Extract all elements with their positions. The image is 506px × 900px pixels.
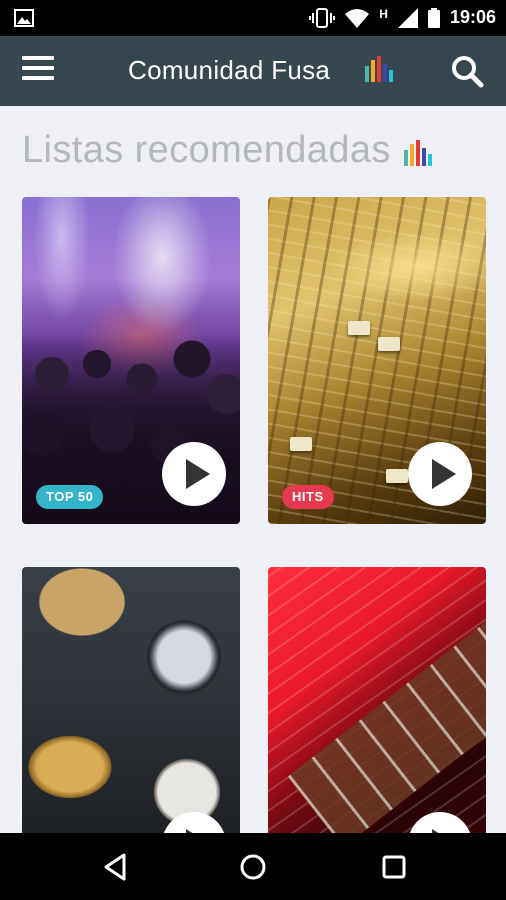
vibrate-icon [309,7,336,28]
playlist-card-top50[interactable]: TOP 50 [22,197,240,524]
system-nav-bar [0,833,506,900]
playlist-badge: HITS [282,485,334,509]
app-title: Comunidad Fusa [128,55,331,85]
playlist-badge: TOP 50 [36,485,104,509]
back-icon[interactable] [100,851,132,883]
play-button[interactable] [408,442,472,506]
menu-icon[interactable] [22,56,54,84]
signal-icon [397,7,418,28]
app-bar: Comunidad Fusa [0,36,506,106]
image-icon [14,9,34,27]
network-type-label: H [379,7,388,21]
equalizer-icon [365,56,393,82]
status-clock: 19:06 [449,7,496,27]
playlist-card-hits[interactable]: HITS [268,197,486,524]
recents-icon[interactable] [378,851,410,883]
play-button[interactable] [162,442,226,506]
battery-icon [427,7,440,28]
status-bar: H 19:06 [0,0,506,36]
search-icon[interactable] [450,54,484,88]
equalizer-icon [404,140,432,166]
home-icon[interactable] [237,851,269,883]
wifi-icon [345,8,370,28]
section-title: Listas recomendadas [22,129,391,171]
